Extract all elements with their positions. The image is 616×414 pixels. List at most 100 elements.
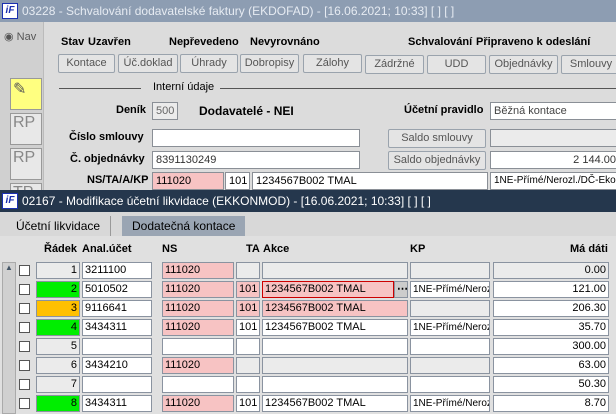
ma-dati-cell[interactable]: 35.70: [493, 319, 609, 336]
kontace-button[interactable]: Kontace: [58, 54, 115, 73]
akce-cell[interactable]: [262, 357, 408, 374]
ta-cell[interactable]: [236, 262, 260, 279]
schvalovani-label: Schvalování: [408, 36, 473, 48]
ns-cell[interactable]: [162, 376, 234, 393]
ta-cell[interactable]: 101: [236, 300, 260, 317]
window2-title: 02167 - Modifikace účetní likvidace (EKK…: [22, 194, 431, 208]
ns-cell[interactable]: 111020: [162, 262, 234, 279]
row-checkbox[interactable]: [19, 265, 30, 276]
kp-cell[interactable]: [410, 300, 490, 317]
row-checkbox[interactable]: [19, 284, 30, 295]
ns-cell[interactable]: 111020: [162, 300, 234, 317]
row-checkbox[interactable]: [19, 322, 30, 333]
prevod-status: Nepřevedeno: [169, 36, 239, 48]
window-title: 03228 - Schvalování dodavatelské faktury…: [22, 4, 455, 18]
divider: [59, 88, 141, 89]
edit-book-icon[interactable]: ✎: [10, 78, 42, 110]
ns-label: NS/TA/A/KP: [87, 174, 149, 186]
col-anal-ucet: Anal.účet: [82, 243, 132, 255]
ta-field[interactable]: 101: [225, 172, 250, 190]
kp-field[interactable]: 1NE-Přímé/Nerozl./DČ-Eko: [490, 172, 616, 190]
anal-ucet-cell[interactable]: 3434311: [82, 395, 152, 412]
ma-dati-cell[interactable]: 121.00: [493, 281, 609, 298]
smlouva-field[interactable]: [152, 129, 360, 147]
kp-cell[interactable]: 1NE-Přímé/Nerozl: [410, 281, 490, 298]
ta-cell[interactable]: [236, 357, 260, 374]
saldo-smlouvy-button[interactable]: Saldo smlouvy: [388, 129, 486, 148]
ns-cell[interactable]: 111020: [162, 281, 234, 298]
tab-dodatecna-kontace[interactable]: Dodatečná kontace: [122, 216, 246, 236]
ns-cell[interactable]: 111020: [162, 319, 234, 336]
scroll-up-icon[interactable]: ▲: [3, 263, 15, 272]
rp-icon[interactable]: RP: [10, 113, 42, 145]
stav-value: Uzavřen: [88, 36, 131, 48]
ta-cell[interactable]: 101: [236, 395, 260, 412]
akce-cell[interactable]: [262, 376, 408, 393]
ns-field[interactable]: 111020: [152, 172, 224, 190]
uhrady-button[interactable]: Úhrady: [180, 54, 238, 73]
ns-cell[interactable]: 111020: [162, 395, 234, 412]
nav-radio[interactable]: ◉ Nav: [4, 30, 36, 43]
smlouvy-button[interactable]: Smlouvy: [561, 55, 616, 74]
ma-dati-cell[interactable]: 206.30: [493, 300, 609, 317]
ns-cell[interactable]: [162, 338, 234, 355]
row-number: 8: [36, 395, 80, 412]
row-checkbox[interactable]: [19, 303, 30, 314]
row-number: 2: [36, 281, 80, 298]
akce-cell[interactable]: [262, 338, 408, 355]
ma-dati-cell[interactable]: 63.00: [493, 357, 609, 374]
col-kp: KP: [410, 243, 426, 255]
kp-cell[interactable]: 1NE-Přímé/Nerozl: [410, 395, 490, 412]
stav-label: Stav: [61, 36, 85, 48]
ma-dati-cell[interactable]: 8.70: [493, 395, 609, 412]
window-title-bar: iF 03228 - Schvalování dodavatelské faktu…: [0, 0, 616, 22]
ta-cell[interactable]: [236, 376, 260, 393]
kp-cell[interactable]: 1NE-Přímé/Nerozl: [410, 319, 490, 336]
vertical-scrollbar[interactable]: ▲: [2, 262, 16, 414]
kp-cell[interactable]: [410, 262, 490, 279]
saldo-objednavky-button[interactable]: Saldo objednávky: [388, 151, 486, 170]
objednavka-field[interactable]: 8391130249: [152, 151, 360, 169]
row-number: 1: [36, 262, 80, 279]
tab-ucetni-likvidace[interactable]: Účetní likvidace: [6, 216, 112, 236]
anal-ucet-cell[interactable]: 3434311: [82, 319, 152, 336]
dobropisy-button[interactable]: Dobropisy: [240, 54, 299, 73]
row-checkbox[interactable]: [19, 341, 30, 352]
anal-ucet-cell[interactable]: 3211100: [82, 262, 152, 279]
zalohy-button[interactable]: Zálohy: [303, 54, 362, 73]
kp-cell[interactable]: [410, 376, 490, 393]
rp-icon-2[interactable]: RP: [10, 148, 42, 180]
col-ta: TA: [246, 243, 260, 255]
anal-ucet-cell[interactable]: 3434210: [82, 357, 152, 374]
uc-doklad-button[interactable]: Úč.doklad: [118, 54, 178, 73]
anal-ucet-cell[interactable]: 9116641: [82, 300, 152, 317]
udd-button[interactable]: UDD: [427, 55, 486, 74]
ta-cell[interactable]: [236, 338, 260, 355]
kp-cell[interactable]: [410, 357, 490, 374]
akce-field[interactable]: 1234567B002 TMAL: [252, 172, 488, 190]
akce-cell[interactable]: [262, 262, 408, 279]
objednavky-button[interactable]: Objednávky: [489, 55, 558, 74]
kp-cell[interactable]: [410, 338, 490, 355]
denik-name: Dodavatelé - NEI: [199, 104, 294, 118]
anal-ucet-cell[interactable]: [82, 376, 152, 393]
lookup-button[interactable]: ⋯: [394, 281, 408, 298]
zadrzne-button[interactable]: Zádržné: [365, 55, 424, 74]
anal-ucet-cell[interactable]: 5010502: [82, 281, 152, 298]
ma-dati-cell[interactable]: 300.00: [493, 338, 609, 355]
pravidlo-field[interactable]: Běžná kontace: [490, 102, 616, 120]
ta-cell[interactable]: 101: [236, 281, 260, 298]
ta-cell[interactable]: 101: [236, 319, 260, 336]
ns-cell[interactable]: 111020: [162, 357, 234, 374]
app-logo-icon: iF: [2, 193, 18, 209]
row-checkbox[interactable]: [19, 360, 30, 371]
akce-cell[interactable]: 1234567B002 TMAL: [262, 395, 408, 412]
ma-dati-cell[interactable]: 0.00: [493, 262, 609, 279]
akce-cell[interactable]: 1234567B002 TMAL: [262, 281, 394, 298]
row-checkbox[interactable]: [19, 379, 30, 390]
akce-cell[interactable]: 1234567B002 TMAL: [262, 300, 408, 317]
row-checkbox[interactable]: [19, 398, 30, 409]
akce-cell[interactable]: 1234567B002 TMAL: [262, 319, 408, 336]
anal-ucet-cell[interactable]: [82, 338, 152, 355]
ma-dati-cell[interactable]: 50.30: [493, 376, 609, 393]
